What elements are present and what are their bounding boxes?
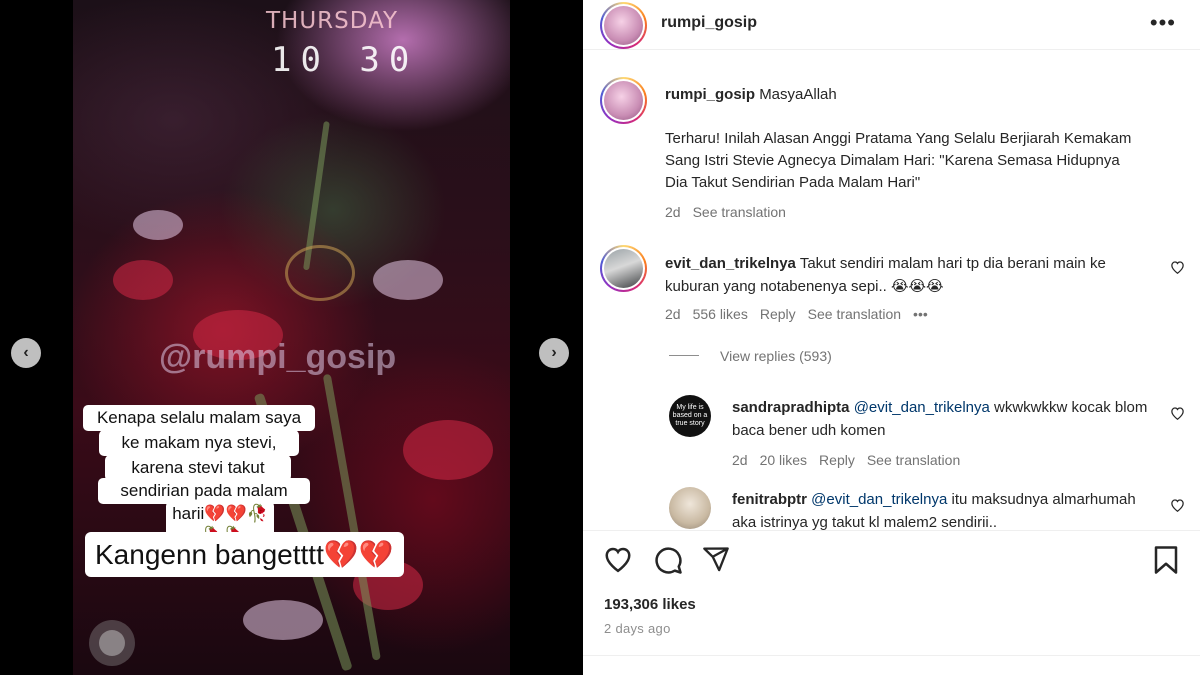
reply-button[interactable]: Reply — [760, 306, 796, 322]
floating-button[interactable] — [89, 620, 135, 666]
watermark: @rumpi_gosip — [159, 338, 397, 376]
petal-shape — [403, 420, 493, 480]
reply-mention[interactable]: @evit_dan_trikelnya — [811, 491, 947, 508]
comment-username[interactable]: evit_dan_trikelnya — [665, 255, 796, 272]
bookmark-icon[interactable] — [1153, 545, 1179, 578]
post-panel: rumpi_gosip ••• rumpi_gosip MasyaAllah T… — [583, 0, 1200, 675]
heart-icon[interactable] — [603, 545, 633, 576]
story-caption-line: Kenapa selalu malam saya — [83, 405, 315, 431]
story-day: THURSDAY — [266, 8, 399, 34]
caption-age: 2d — [665, 204, 681, 220]
reply-likes[interactable]: 20 likes — [760, 452, 807, 468]
avatar[interactable] — [600, 245, 647, 292]
action-bar — [583, 530, 1200, 590]
avatar[interactable]: My life is based on a true story — [669, 395, 711, 437]
see-translation-link[interactable]: See translation — [808, 306, 901, 322]
share-icon[interactable] — [702, 545, 730, 576]
avatar[interactable] — [600, 2, 647, 49]
reply-text-block: fenitrabptr @evit_dan_trikelnya itu maks… — [732, 488, 1152, 530]
likes-count[interactable]: 193,306 likes — [604, 596, 696, 613]
next-slide-button[interactable]: › — [539, 338, 569, 368]
reply-mention[interactable]: @evit_dan_trikelnya — [854, 399, 990, 416]
story-time: 10 30 — [271, 40, 419, 80]
reply-username[interactable]: sandrapradhipta — [732, 399, 850, 416]
reply-username[interactable]: fenitrabptr — [732, 491, 807, 508]
comment-like-heart-icon[interactable] — [1170, 260, 1185, 278]
vase-shape — [285, 245, 355, 301]
petal-shape — [113, 260, 173, 300]
reply-button[interactable]: Reply — [819, 452, 855, 468]
caption-username[interactable]: rumpi_gosip — [665, 86, 755, 103]
see-translation-link[interactable]: See translation — [693, 204, 786, 220]
comment-icon[interactable] — [653, 545, 683, 578]
petal-shape — [373, 260, 443, 300]
chevron-left-icon: ‹ — [23, 344, 29, 361]
caption-body: Terharu! Inilah Alasan Anggi Pratama Yan… — [665, 130, 1132, 191]
comment-more-icon[interactable]: ••• — [913, 306, 928, 322]
comment-age: 2d — [665, 306, 681, 322]
divider — [583, 655, 1200, 656]
story-caption-line: ke makam nya stevi, — [99, 430, 299, 456]
reply-text-block: sandrapradhipta @evit_dan_trikelnya wkwk… — [732, 396, 1152, 442]
comment-meta: 2d 556 likes Reply See translation ••• — [665, 306, 940, 322]
comments-section[interactable]: rumpi_gosip MasyaAllah Terharu! Inilah A… — [583, 52, 1200, 530]
caption-text: MasyaAllah — [759, 86, 837, 103]
caption-headline: rumpi_gosip MasyaAllah — [665, 86, 837, 103]
avatar[interactable] — [600, 77, 647, 124]
petal-shape — [133, 210, 183, 240]
reply-like-heart-icon[interactable] — [1170, 406, 1185, 424]
story-image: THURSDAY 10 30 @rumpi_gosip Kenapa selal… — [73, 0, 510, 675]
post-header: rumpi_gosip ••• — [583, 0, 1200, 50]
avatar-text: My life is based on a true story — [669, 395, 711, 437]
see-translation-link[interactable]: See translation — [867, 452, 960, 468]
media-pane: THURSDAY 10 30 @rumpi_gosip Kenapa selal… — [0, 0, 583, 675]
replies-divider — [669, 355, 699, 356]
story-caption-big: Kangenn bangetttt💔💔 — [85, 532, 404, 577]
previous-slide-button[interactable]: ‹ — [11, 338, 41, 368]
petal-shape — [243, 600, 323, 640]
more-options-icon[interactable]: ••• — [1150, 10, 1176, 36]
comment-text-block: evit_dan_trikelnya Takut sendiri malam h… — [665, 252, 1155, 298]
caption-meta: 2d See translation — [665, 204, 798, 220]
header-username[interactable]: rumpi_gosip — [661, 14, 757, 32]
reply-like-heart-icon[interactable] — [1170, 498, 1185, 516]
reply-age: 2d — [732, 452, 748, 468]
comment-likes[interactable]: 556 likes — [693, 306, 748, 322]
reply-meta: 2d 20 likes Reply See translation — [732, 452, 972, 468]
post-time-ago: 2 days ago — [604, 621, 671, 636]
avatar[interactable] — [669, 487, 711, 529]
view-replies-button[interactable]: View replies (593) — [720, 348, 832, 364]
chevron-right-icon: › — [551, 344, 557, 361]
